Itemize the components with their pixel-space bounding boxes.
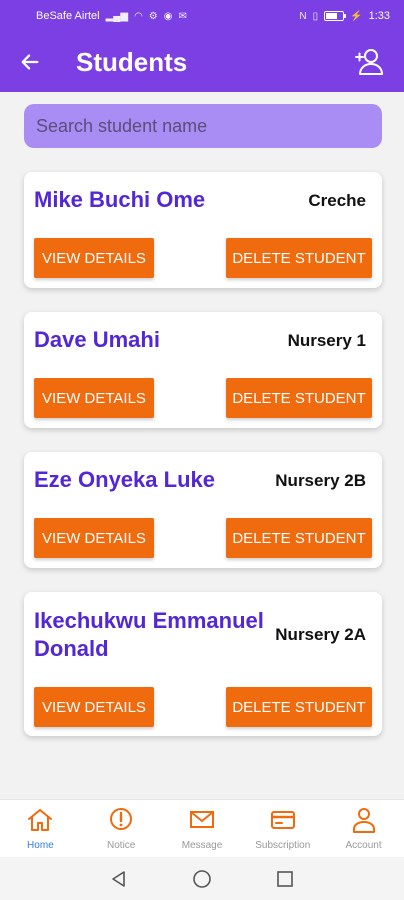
student-class: Creche: [308, 191, 366, 210]
student-name: Eze Onyeka Luke: [34, 467, 215, 492]
system-recents-button[interactable]: [275, 869, 295, 889]
delete-student-button[interactable]: DELETE STUDENT: [226, 518, 372, 558]
delete-student-button[interactable]: DELETE STUDENT: [226, 378, 372, 418]
nav-label: Message: [181, 840, 223, 851]
vibrate-icon: ▯: [312, 10, 319, 22]
nav-item-notice[interactable]: Notice: [81, 800, 162, 857]
nfc-icon: N: [299, 10, 307, 22]
status-bar: BeSafe Airtel ▂▄▆ ◠ ⚙ ◉ ✉ N ▯ ⚡ 1:33: [0, 0, 404, 32]
battery-icon: [324, 11, 347, 21]
card-icon: [270, 811, 295, 829]
bottom-nav: Home Notice Message Subscription Account: [0, 799, 404, 857]
clock: 1:33: [368, 10, 390, 22]
system-home-button[interactable]: [191, 868, 213, 890]
delete-student-button[interactable]: DELETE STUDENT: [226, 687, 372, 727]
nav-item-account[interactable]: Account: [323, 800, 404, 857]
app-bar: Students: [0, 32, 404, 92]
delete-student-button[interactable]: DELETE STUDENT: [226, 238, 372, 278]
nav-item-message[interactable]: Message: [162, 800, 243, 857]
wifi-icon: ◠: [134, 10, 143, 22]
circle-home-icon: [193, 869, 211, 888]
square-recents-icon: [277, 870, 293, 887]
student-name: Ikechukwu Emmanuel Donald: [34, 608, 264, 661]
home-icon: [28, 809, 53, 831]
mail-icon: [189, 811, 214, 828]
person-icon: [352, 808, 375, 833]
nav-label: Account: [345, 840, 382, 851]
nav-label: Home: [27, 840, 54, 851]
nav-label: Notice: [107, 840, 136, 851]
student-card: Mike Buchi Ome Creche VIEW DETAILS DELET…: [24, 172, 382, 288]
add-student-button[interactable]: [354, 47, 384, 77]
view-details-button[interactable]: VIEW DETAILS: [34, 518, 154, 558]
student-name: Dave Umahi: [34, 327, 160, 352]
view-details-button[interactable]: VIEW DETAILS: [34, 687, 154, 727]
mail-status-icon: ✉: [178, 10, 187, 22]
arrow-left-icon: [21, 54, 39, 70]
alert-circle-icon: [110, 808, 133, 830]
system-nav-bar: [0, 857, 404, 900]
back-button[interactable]: [0, 32, 60, 92]
carrier-label: BeSafe Airtel: [36, 10, 100, 22]
settings-icon: ⚙: [148, 10, 158, 22]
search-input[interactable]: [24, 104, 382, 148]
triangle-back-icon: [112, 870, 125, 887]
student-card: Eze Onyeka Luke Nursery 2B VIEW DETAILS …: [24, 452, 382, 568]
student-class: Nursery 1: [287, 331, 366, 350]
charging-icon: ⚡: [350, 10, 363, 22]
student-card: Dave Umahi Nursery 1 VIEW DETAILS DELETE…: [24, 312, 382, 428]
student-card: Ikechukwu Emmanuel Donald Nursery 2A VIE…: [24, 592, 382, 736]
page-title: Students: [76, 46, 188, 77]
nav-item-subscription[interactable]: Subscription: [242, 800, 323, 857]
nav-label: Subscription: [255, 840, 311, 851]
nav-item-home[interactable]: Home: [0, 800, 81, 857]
student-class: Nursery 2B: [275, 471, 366, 490]
system-back-button[interactable]: [109, 869, 129, 889]
add-user-icon: [355, 49, 383, 75]
student-class: Nursery 2A: [275, 625, 366, 644]
view-details-button[interactable]: VIEW DETAILS: [34, 238, 154, 278]
notification-icon: ◉: [163, 10, 173, 22]
signal-icon: ▂▄▆: [105, 10, 129, 22]
student-name: Mike Buchi Ome: [34, 187, 206, 212]
view-details-button[interactable]: VIEW DETAILS: [34, 378, 154, 418]
